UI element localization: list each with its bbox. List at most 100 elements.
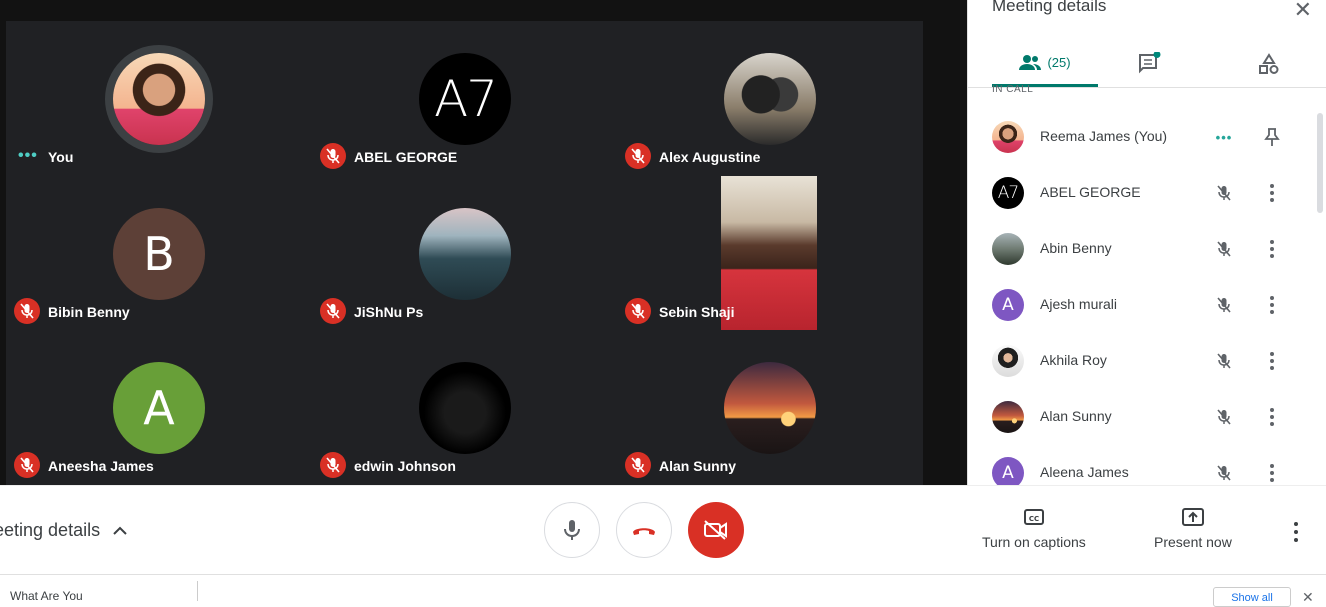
avatar [113,53,205,145]
show-all-button[interactable]: Show all [1213,587,1291,607]
participant-grid: ••• You A7 ABEL GEORGE Alex Augustine B Bibin … [6,21,923,485]
present-now-button[interactable]: Present now [1154,508,1232,550]
more-options-icon[interactable] [1260,293,1284,317]
participant-row[interactable]: A7 ABEL GEORGE [968,165,1326,221]
hang-up-icon [633,528,655,535]
mic-off-icon [1212,461,1236,485]
avatar [419,362,511,454]
tab-chat[interactable] [1126,40,1172,87]
scrollbar[interactable] [1317,113,1323,213]
avatar: A [992,289,1024,321]
participant-row[interactable]: Akhila Roy [968,333,1326,389]
speaking-indicator-icon: ••• [1215,129,1233,145]
participant-tile[interactable]: A Aneesha James [6,330,311,484]
participant-name: Reema James (You) [1040,128,1168,144]
participant-row[interactable]: Alan Sunny [968,389,1326,445]
participant-row[interactable]: Abin Benny [968,221,1326,277]
participant-name: ABEL GEORGE [1040,184,1141,200]
participant-tile[interactable]: JiShNu Ps [312,176,617,330]
participant-row[interactable]: Reema James (You) ••• [968,109,1326,165]
avatar [992,121,1024,153]
captions-button[interactable]: CC Turn on captions [982,508,1086,550]
present-icon [1181,508,1204,526]
present-label: Present now [1154,534,1232,550]
more-options-icon[interactable] [1260,237,1284,261]
call-controls-bar: eeting details CC Turn on captions Prese… [0,485,1326,574]
close-strip-icon[interactable]: ✕ [1302,589,1314,606]
participant-name: Sebin Shaji [659,304,735,320]
avatar [992,345,1024,377]
people-count: (25) [1047,54,1071,70]
mic-off-icon [14,298,40,324]
participant-name: Bibin Benny [48,304,130,320]
mic-off-icon [320,143,346,169]
video-stage: ••• You A7 ABEL GEORGE Alex Augustine B Bibin … [0,0,967,485]
camera-off-button[interactable] [688,502,744,558]
participant-tile[interactable]: Alan Sunny [617,330,922,484]
end-call-button[interactable] [616,502,672,558]
participant-name: Ajesh murali [1040,296,1118,312]
notification-text: What Are You [10,589,83,601]
participant-tile[interactable]: B Bibin Benny [6,176,311,330]
mic-off-icon [320,298,346,324]
video-feed [721,176,817,330]
participant-name: Aneesha James [48,458,154,474]
avatar: B [113,208,205,300]
notification-strip: What Are You Show all ✕ [0,574,1326,607]
mic-icon [564,520,580,540]
mic-off-icon [14,452,40,478]
participant-name: Alex Augustine [659,149,761,165]
close-icon[interactable]: ✕ [1294,0,1312,23]
tab-people[interactable]: (25) [992,40,1098,87]
mic-off-icon [625,452,651,478]
in-call-label: IN CALL [992,84,1034,92]
participant-tile[interactable]: edwin Johnson [312,330,617,484]
participant-name: You [48,149,74,165]
mic-off-icon [1212,237,1236,261]
participant-name: Aleena James [1040,464,1129,480]
avatar: A [992,457,1024,485]
avatar: A7 [419,53,511,145]
svg-text:CC: CC [1029,515,1039,523]
chevron-up-icon [113,526,127,535]
more-options-icon[interactable] [1260,461,1284,485]
more-options-icon[interactable] [1288,520,1304,544]
pin-icon[interactable] [1260,125,1284,149]
participant-name: JiShNu Ps [354,304,424,320]
more-options-icon[interactable] [1260,181,1284,205]
panel-tabs: (25) [968,40,1326,88]
mic-off-icon [1212,181,1236,205]
avatar: A [113,362,205,454]
participant-tile[interactable]: ••• You [6,21,311,175]
participant-tile[interactable]: Alex Augustine [617,21,922,175]
people-icon [1019,55,1042,70]
avatar [992,233,1024,265]
chat-icon [1139,51,1161,73]
avatar: A7 [992,177,1024,209]
avatar [992,401,1024,433]
activities-icon [1259,52,1279,74]
panel-title: Meeting details [992,0,1107,15]
mic-off-icon [625,143,651,169]
participant-row[interactable]: A Aleena James [968,445,1326,485]
meeting-details-toggle[interactable]: eeting details [0,520,128,541]
mic-off-icon [625,298,651,324]
participant-name: Akhila Roy [1040,352,1107,368]
strip-divider [197,581,198,601]
avatar [419,208,511,300]
camera-off-icon [704,520,727,540]
participant-name: edwin Johnson [354,458,456,474]
participant-row[interactable]: A Ajesh murali [968,277,1326,333]
participant-tile[interactable]: Sebin Shaji [617,176,922,330]
participant-name: Alan Sunny [1040,408,1112,424]
tab-activities[interactable] [1246,40,1292,87]
participant-name: Alan Sunny [659,458,737,474]
more-options-icon[interactable] [1260,349,1284,373]
more-options-icon[interactable] [1260,405,1284,429]
microphone-button[interactable] [544,502,600,558]
participant-tile[interactable]: A7 ABEL GEORGE [312,21,617,175]
meeting-details-panel: Meeting details ✕ (25) IN CALL Reema Jam… [967,0,1326,485]
meeting-details-label: eeting details [0,520,101,540]
speaking-indicator-icon: ••• [18,147,38,164]
mic-off-icon [1212,349,1236,373]
